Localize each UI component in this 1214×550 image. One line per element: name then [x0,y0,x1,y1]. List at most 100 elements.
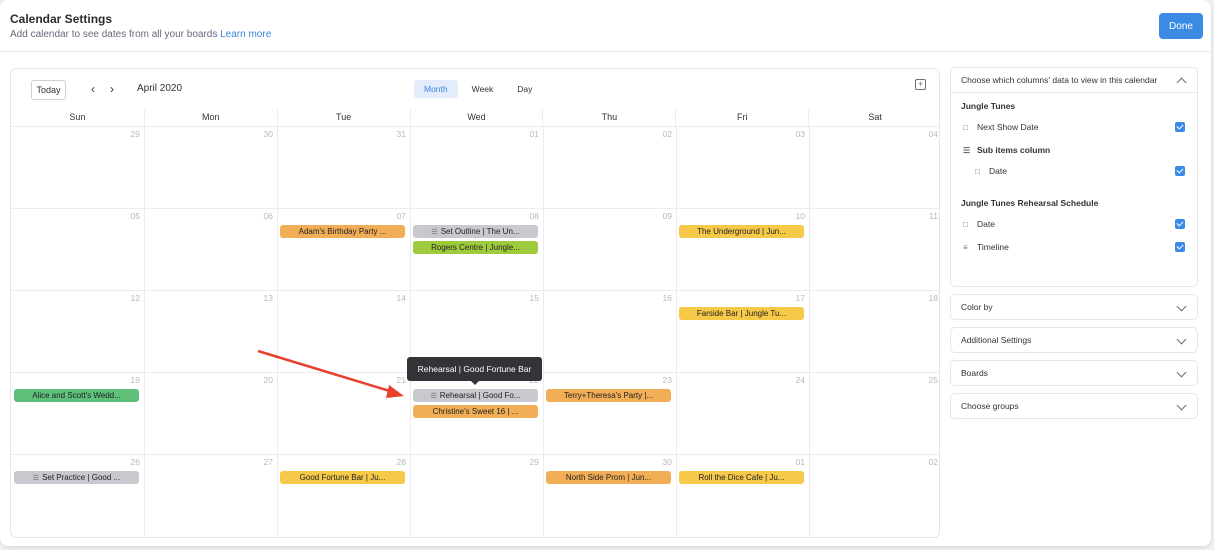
column-option[interactable]: □ Date [975,164,1185,178]
day-number: 18 [928,293,938,303]
day-cell[interactable]: 07 [277,208,410,290]
panel-header[interactable]: Boards [951,361,1197,385]
day-cell[interactable]: 20 [144,372,277,454]
day-cell[interactable]: 02 [809,454,939,536]
panel-header[interactable]: Choose groups [951,394,1197,418]
day-number: 31 [396,129,406,139]
calendar-event[interactable]: ☰ Set Outline | The Un... [413,225,538,238]
day-cell[interactable]: 19 [11,372,144,454]
collapsed-panel[interactable]: Color by [950,294,1198,320]
chevron-up-icon[interactable] [1176,77,1187,88]
day-number: 28 [396,457,406,467]
chevron-right-icon[interactable]: › [105,80,119,98]
calendar-event[interactable]: North Side Prom | Jun... [546,471,671,484]
weekday-label: Fri [675,109,808,126]
calendar-event[interactable]: Alice and Scott's Wedd... [14,389,139,402]
chevron-left-icon[interactable]: ‹ [86,80,100,98]
add-icon[interactable]: + [915,79,926,90]
day-cell[interactable]: 25 [809,372,939,454]
calendar-event[interactable]: ☰ Rehearsal | Good Fo... [413,389,538,402]
collapsed-panel[interactable]: Choose groups [950,393,1198,419]
column-option[interactable]: □ Next Show Date [963,120,1185,134]
day-cell[interactable]: 28 [277,454,410,536]
weekday-header: Sun Mon Tue Wed Thu Fri Sat [11,109,939,126]
chevron-down-icon[interactable] [1176,400,1187,411]
day-number: 19 [130,375,140,385]
day-cell[interactable]: 13 [144,290,277,372]
calendar-event[interactable]: The Underground | Jun... [679,225,804,238]
event-label: Terry+Theresa's Party |... [563,391,654,400]
weekday-label: Tue [276,109,410,126]
day-cell[interactable]: 18 [809,290,939,372]
month-grid: 29 30 31 01 02 03 04 05 06 07 08 09 10 11 12 13 14 15 16 17… [11,126,939,536]
column-option[interactable]: ≡ Timeline [963,240,1185,254]
day-cell[interactable]: 05 [11,208,144,290]
event-label: Rogers Centre | Jungle... [431,243,520,252]
tab-week[interactable]: Week [462,80,504,98]
day-cell[interactable]: 09 [543,208,676,290]
collapsed-panel[interactable]: Additional Settings [950,327,1198,353]
event-label: Farside Bar | Jungle Tu... [696,309,787,318]
modal-title: Calendar Settings [10,12,113,26]
calendar-event[interactable]: Christine's Sweet 16 | ... [413,405,538,418]
calendar-event[interactable]: Good Fortune Bar | Ju... [280,471,405,484]
day-cell[interactable]: 23 [543,372,676,454]
columns-panel-title: Choose which columns' data to view in th… [961,75,1158,85]
board-name: Jungle Tunes [961,101,1016,111]
checkbox-checked[interactable] [1175,219,1185,229]
done-button[interactable]: Done [1159,13,1203,39]
day-cell[interactable]: 30 [543,454,676,536]
today-button[interactable]: Today [31,80,66,100]
column-option[interactable]: □ Date [963,217,1185,231]
day-cell[interactable]: 27 [144,454,277,536]
chevron-down-icon[interactable] [1176,301,1187,312]
event-tooltip: Rehearsal | Good Fortune Bar [407,357,542,381]
day-number: 27 [263,457,273,467]
day-cell[interactable]: 06 [144,208,277,290]
panel-header[interactable]: Color by [951,295,1197,319]
checkbox-checked[interactable] [1175,242,1185,252]
calendar-event[interactable]: Adam's Birthday Party ... [280,225,405,238]
subtitle-text: Add calendar to see dates from all your … [10,29,218,40]
day-cell[interactable]: 12 [11,290,144,372]
day-cell[interactable]: 01 [676,454,809,536]
learn-more-link[interactable]: Learn more [220,29,271,40]
collapsed-panel[interactable]: Boards [950,360,1198,386]
columns-panel-header[interactable]: Choose which columns' data to view in th… [951,68,1197,92]
column-label: Date [977,219,995,229]
day-cell[interactable]: 31 [277,126,410,208]
day-cell[interactable]: 11 [809,208,939,290]
calendar-event[interactable]: Rogers Centre | Jungle... [413,241,538,254]
day-cell[interactable]: 16 [543,290,676,372]
event-label: Set Practice | Good ... [42,473,121,482]
day-cell[interactable]: 04 [809,126,939,208]
day-cell[interactable]: 21 [277,372,410,454]
day-cell[interactable]: 03 [676,126,809,208]
calendar-event[interactable]: Terry+Theresa's Party |... [546,389,671,402]
tab-day[interactable]: Day [507,80,542,98]
day-cell[interactable]: 26 [11,454,144,536]
day-cell[interactable]: 01 [410,126,543,208]
day-cell[interactable]: 17 [676,290,809,372]
day-cell[interactable]: 24 [676,372,809,454]
day-cell[interactable]: 30 [144,126,277,208]
day-cell[interactable]: 10 [676,208,809,290]
tooltip-arrow [470,380,480,385]
checkbox-checked[interactable] [1175,122,1185,132]
checkbox-checked[interactable] [1175,166,1185,176]
day-cell[interactable]: 29 [11,126,144,208]
calendar-event[interactable]: ☰ Set Practice | Good ... [14,471,139,484]
day-number: 03 [795,129,805,139]
calendar-event[interactable]: Roll the Dice Cafe | Ju... [679,471,804,484]
chevron-down-icon[interactable] [1176,334,1187,345]
subitems-icon: ☰ [430,393,437,400]
event-label: Roll the Dice Cafe | Ju... [698,473,785,482]
chevron-down-icon[interactable] [1176,367,1187,378]
tab-month[interactable]: Month [414,80,458,98]
panel-header[interactable]: Additional Settings [951,328,1197,352]
calendar-event[interactable]: Farside Bar | Jungle Tu... [679,307,804,320]
day-cell[interactable]: 29 [410,454,543,536]
columns-panel-body: Jungle Tunes □ Next Show Date ☰ Sub items co… [951,92,1197,286]
day-cell[interactable]: 02 [543,126,676,208]
day-cell[interactable]: 14 [277,290,410,372]
